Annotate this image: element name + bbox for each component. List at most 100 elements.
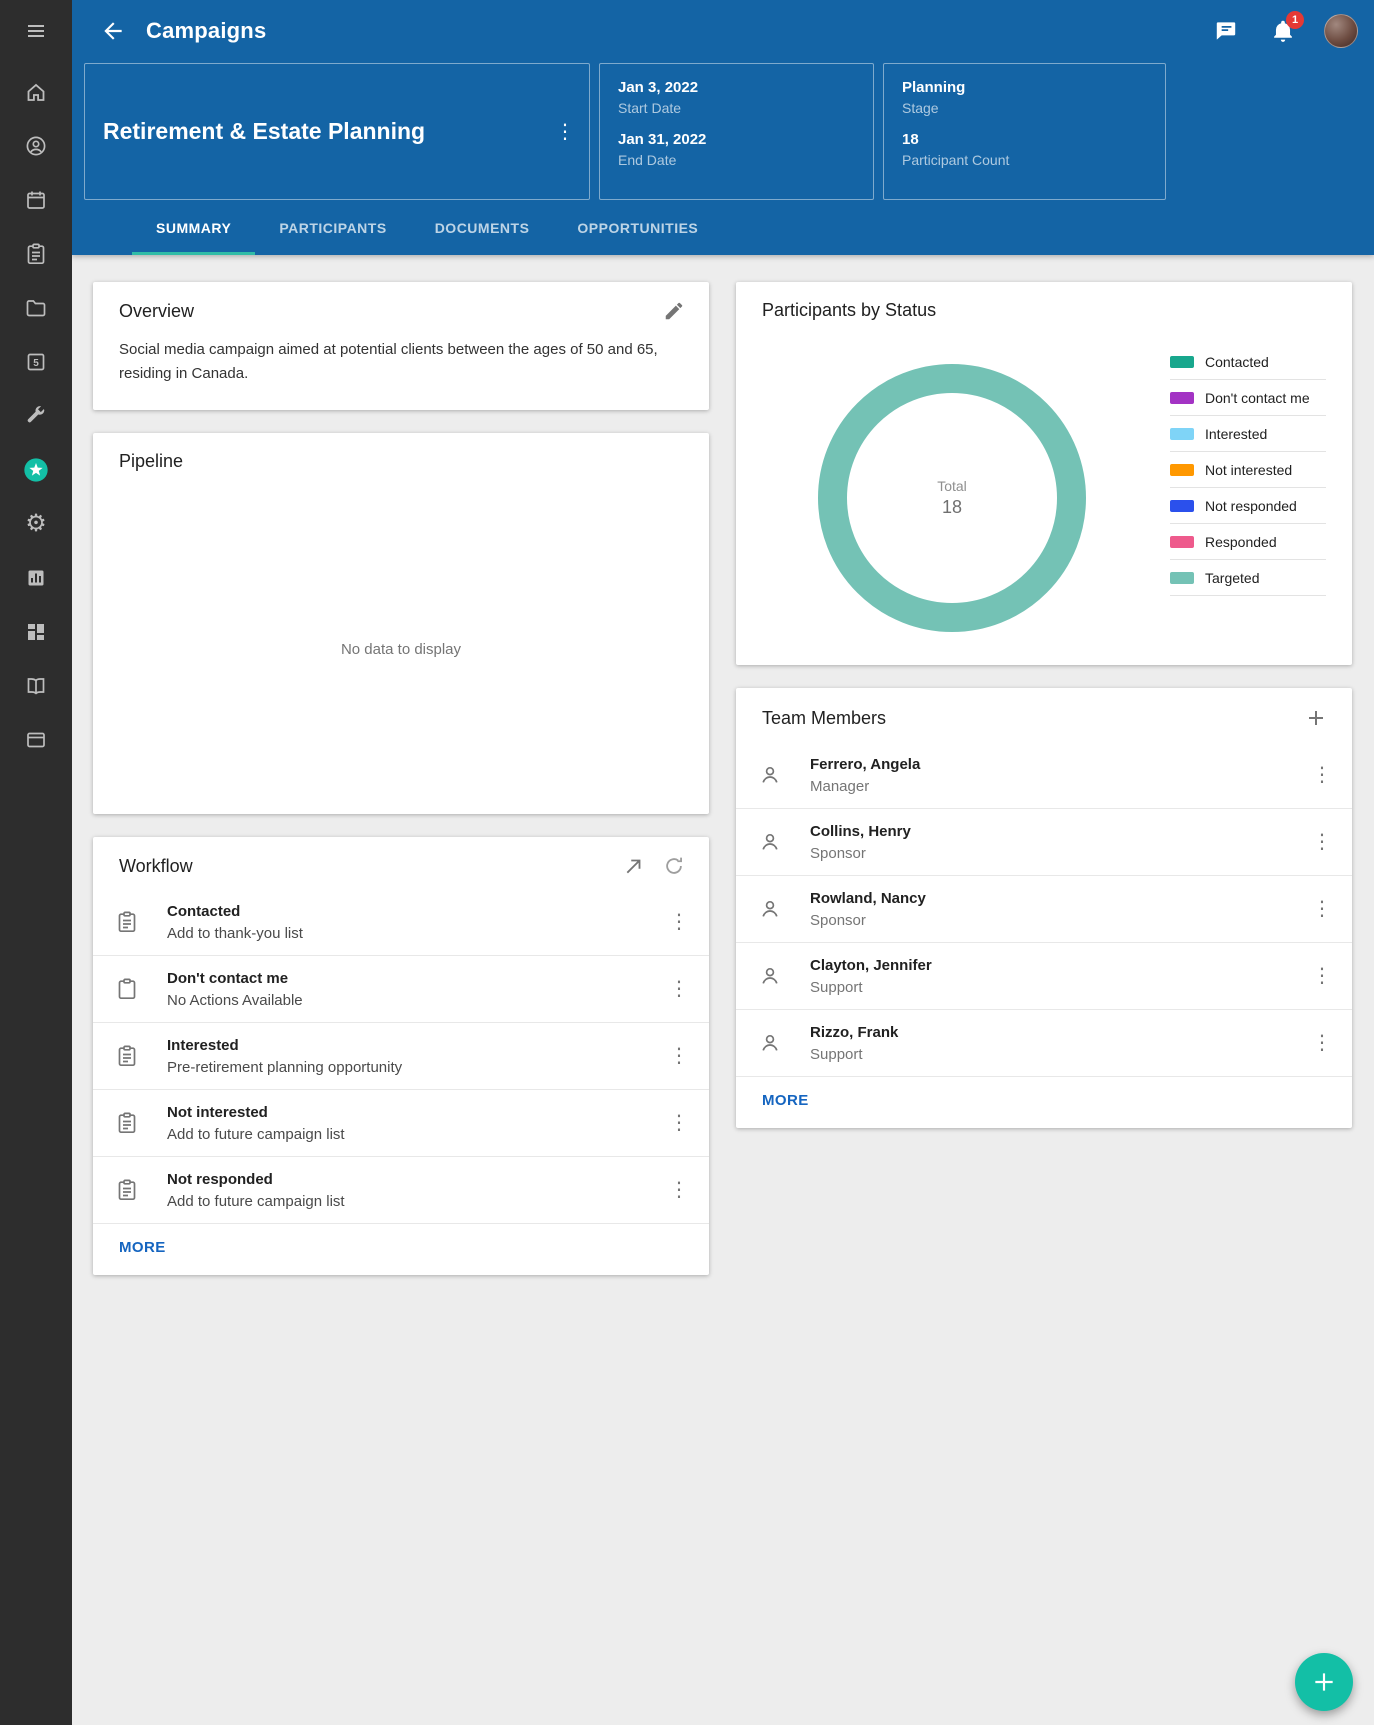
clipboard-icon — [115, 977, 141, 1001]
workflow-more-link[interactable]: MORE — [119, 1239, 166, 1256]
person-icon — [758, 964, 784, 988]
workflow-action: Add to thank-you list — [167, 925, 665, 942]
member-name: Ferrero, Angela — [810, 756, 1308, 773]
workflow-row-menu[interactable]: ⋮ — [665, 975, 693, 1003]
member-menu[interactable]: ⋮ — [1308, 895, 1336, 923]
sidebar-item-tools[interactable] — [12, 392, 60, 440]
sidebar-item-quotes[interactable]: 5 — [12, 338, 60, 386]
person-icon — [758, 1031, 784, 1055]
sidebar-item-calendar[interactable] — [12, 176, 60, 224]
notifications-button[interactable]: 1 — [1270, 18, 1296, 44]
member-name: Clayton, Jennifer — [810, 957, 1308, 974]
edit-overview-button[interactable] — [663, 300, 685, 322]
sidebar-item-settings[interactable]: ⚙ — [12, 500, 60, 548]
person-icon — [758, 830, 784, 854]
team-member-row: Clayton, Jennifer Support ⋮ — [736, 943, 1352, 1010]
clipboard-tasks-icon — [24, 242, 48, 266]
participants-chart-title: Participants by Status — [762, 300, 1328, 321]
record-tabs: SUMMARY PARTICIPANTS DOCUMENTS OPPORTUNI… — [72, 203, 1374, 255]
legend-swatch — [1170, 392, 1194, 404]
legend-item: Don't contact me — [1170, 380, 1326, 416]
card-icon — [24, 728, 48, 752]
person-icon — [758, 763, 784, 787]
sidebar-menu-button[interactable] — [12, 7, 60, 55]
clipboard-lines-icon — [115, 1111, 141, 1135]
legend-swatch — [1170, 572, 1194, 584]
pipeline-title: Pipeline — [119, 451, 685, 472]
workflow-action: Add to future campaign list — [167, 1193, 665, 1210]
calendar-icon — [24, 188, 48, 212]
notification-badge: 1 — [1286, 11, 1304, 29]
legend-item: Not responded — [1170, 488, 1326, 524]
legend-label: Not interested — [1205, 462, 1292, 478]
sync-status-icon[interactable] — [663, 855, 685, 877]
team-more-link[interactable]: MORE — [762, 1092, 809, 1109]
open-workflow-button[interactable] — [623, 855, 645, 877]
plus-icon — [1311, 1669, 1337, 1695]
chat-icon — [1213, 18, 1239, 44]
add-team-member-button[interactable] — [1304, 706, 1328, 730]
workflow-row-menu[interactable]: ⋮ — [665, 1109, 693, 1137]
record-kebab-menu[interactable]: ⋮ — [551, 118, 579, 146]
pipeline-empty-text: No data to display — [341, 641, 461, 658]
sidebar-item-dashboard[interactable] — [12, 608, 60, 656]
sidebar-item-home[interactable] — [12, 68, 60, 116]
svg-text:5: 5 — [33, 358, 39, 369]
member-menu[interactable]: ⋮ — [1308, 828, 1336, 856]
tab-documents[interactable]: DOCUMENTS — [411, 203, 554, 255]
workflow-row-menu[interactable]: ⋮ — [665, 1176, 693, 1204]
member-menu[interactable]: ⋮ — [1308, 1029, 1336, 1057]
stage-value: Planning — [902, 79, 1147, 96]
workflow-action: No Actions Available — [167, 992, 665, 1009]
legend-swatch — [1170, 428, 1194, 440]
start-date-field: Jan 3, 2022 Start Date — [618, 79, 855, 116]
member-menu[interactable]: ⋮ — [1308, 962, 1336, 990]
clipboard-lines-icon — [115, 910, 141, 934]
folder-icon — [24, 296, 48, 320]
workflow-row-menu[interactable]: ⋮ — [665, 908, 693, 936]
sidebar-item-documents[interactable] — [12, 284, 60, 332]
record-title: Retirement & Estate Planning — [103, 118, 551, 145]
workflow-row-menu[interactable]: ⋮ — [665, 1042, 693, 1070]
legend-item: Interested — [1170, 416, 1326, 452]
sidebar-item-contacts[interactable] — [12, 122, 60, 170]
team-members-title: Team Members — [762, 708, 1286, 729]
record-dates-box: Jan 3, 2022 Start Date Jan 31, 2022 End … — [599, 63, 874, 200]
participant-count-label: Participant Count — [902, 152, 1147, 168]
gear-icon: ⚙ — [25, 512, 47, 536]
sidebar-item-reports[interactable] — [12, 554, 60, 602]
member-name: Rizzo, Frank — [810, 1024, 1308, 1041]
member-menu[interactable]: ⋮ — [1308, 761, 1336, 789]
document-5-icon: 5 — [24, 350, 48, 374]
back-button[interactable] — [100, 18, 126, 44]
tab-summary[interactable]: SUMMARY — [132, 203, 255, 255]
main-content: Overview Social media campaign aimed at … — [72, 255, 1374, 1725]
sidebar-item-library[interactable] — [12, 662, 60, 710]
bar-chart-icon — [24, 566, 48, 590]
overview-title: Overview — [119, 301, 645, 322]
sidebar-item-accounts[interactable] — [12, 716, 60, 764]
member-role: Support — [810, 1046, 1308, 1063]
donut-total-label: Total — [937, 478, 967, 494]
record-title-box: Retirement & Estate Planning ⋮ — [84, 63, 590, 200]
workflow-status: Not interested — [167, 1104, 665, 1121]
legend-swatch — [1170, 464, 1194, 476]
sidebar-item-tasks[interactable] — [12, 230, 60, 278]
member-role: Support — [810, 979, 1308, 996]
chat-button[interactable] — [1213, 18, 1239, 44]
tab-participants[interactable]: PARTICIPANTS — [255, 203, 410, 255]
sidebar-item-campaigns-active[interactable] — [12, 446, 60, 494]
record-summary: Retirement & Estate Planning ⋮ Jan 3, 20… — [72, 62, 1374, 200]
workflow-action: Add to future campaign list — [167, 1126, 665, 1143]
team-member-row: Rizzo, Frank Support ⋮ — [736, 1010, 1352, 1077]
participant-count-value: 18 — [902, 131, 1147, 148]
record-stage-box: Planning Stage 18 Participant Count — [883, 63, 1166, 200]
tab-opportunities[interactable]: OPPORTUNITIES — [553, 203, 722, 255]
user-avatar[interactable] — [1324, 14, 1358, 48]
page-title: Campaigns — [146, 18, 1182, 44]
legend-swatch — [1170, 356, 1194, 368]
add-record-fab[interactable] — [1295, 1653, 1353, 1711]
donut-chart: Total 18 — [818, 364, 1086, 632]
workflow-action: Pre-retirement planning opportunity — [167, 1059, 665, 1076]
page-header: Campaigns 1 Retirement & Estate Planning… — [72, 0, 1374, 255]
